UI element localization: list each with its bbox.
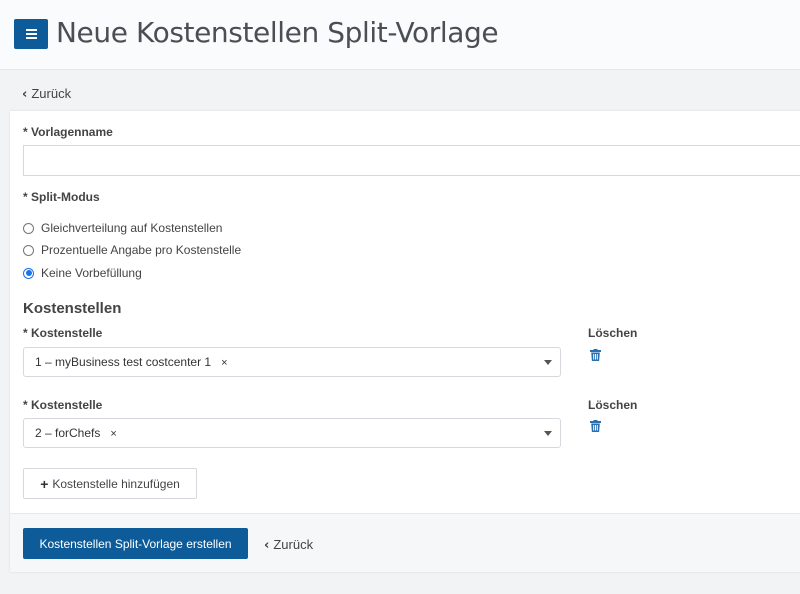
add-cost-center-button[interactable]: + Kostenstelle hinzufügen bbox=[23, 468, 197, 499]
menu-button[interactable] bbox=[14, 19, 48, 49]
form-footer: Kostenstellen Split-Vorlage erstellen ‹ Z… bbox=[10, 513, 800, 572]
trash-icon[interactable] bbox=[590, 420, 601, 432]
cost-center-selected-value: 1 – myBusiness test costcenter 1 bbox=[35, 355, 212, 369]
template-name-input[interactable] bbox=[23, 145, 800, 176]
dropdown-caret-icon bbox=[544, 431, 552, 436]
trash-icon[interactable] bbox=[590, 349, 601, 361]
split-mode-label: * Split-Modus bbox=[23, 190, 100, 204]
back-link-top[interactable]: ‹ Zurück bbox=[22, 86, 71, 103]
cost-center-label: * Kostenstelle bbox=[23, 326, 103, 340]
cost-center-select[interactable]: 1 – myBusiness test costcenter 1 × bbox=[23, 347, 561, 377]
clear-selection-icon[interactable]: × bbox=[221, 357, 227, 369]
plus-icon: + bbox=[40, 475, 49, 492]
split-mode-option-equal[interactable]: Gleichverteilung auf Kostenstellen bbox=[23, 221, 222, 235]
page-header: Neue Kostenstellen Split-Vorlage bbox=[0, 0, 800, 70]
page-title: Neue Kostenstellen Split-Vorlage bbox=[56, 16, 499, 49]
cost-center-label: * Kostenstelle bbox=[23, 398, 103, 412]
split-mode-option-none[interactable]: Keine Vorbefüllung bbox=[23, 266, 142, 280]
form-card: * Vorlagenname * Split-Modus Gleichverte… bbox=[10, 111, 800, 572]
back-link-label: Zurück bbox=[273, 537, 314, 552]
split-mode-option-label: Keine Vorbefüllung bbox=[41, 266, 142, 280]
back-link-bottom[interactable]: ‹ Zurück bbox=[264, 537, 313, 554]
dropdown-caret-icon bbox=[544, 360, 552, 365]
radio-button[interactable] bbox=[23, 244, 34, 256]
create-template-button[interactable]: Kostenstellen Split-Vorlage erstellen bbox=[23, 528, 248, 559]
radio-button-selected[interactable] bbox=[23, 267, 34, 279]
split-mode-option-percent[interactable]: Prozentuelle Angabe pro Kostenstelle bbox=[23, 243, 241, 257]
split-mode-option-label: Gleichverteilung auf Kostenstellen bbox=[41, 221, 223, 235]
delete-column-label: Löschen bbox=[588, 398, 638, 412]
delete-column-label: Löschen bbox=[588, 326, 638, 340]
hamburger-menu-icon bbox=[25, 27, 37, 41]
radio-button[interactable] bbox=[23, 222, 34, 234]
split-mode-option-label: Prozentuelle Angabe pro Kostenstelle bbox=[41, 243, 242, 257]
add-cost-center-label: Kostenstelle hinzufügen bbox=[52, 476, 180, 491]
chevron-left-icon: ‹ bbox=[264, 538, 270, 553]
template-name-label: * Vorlagenname bbox=[23, 125, 113, 139]
cost-center-selected-value: 2 – forChefs bbox=[35, 426, 101, 440]
chevron-left-icon: ‹ bbox=[22, 87, 28, 102]
cost-centers-heading: Kostenstellen bbox=[23, 300, 122, 317]
back-link-label: Zurück bbox=[31, 86, 72, 101]
clear-selection-icon[interactable]: × bbox=[110, 428, 116, 440]
cost-center-select[interactable]: 2 – forChefs × bbox=[23, 418, 561, 448]
